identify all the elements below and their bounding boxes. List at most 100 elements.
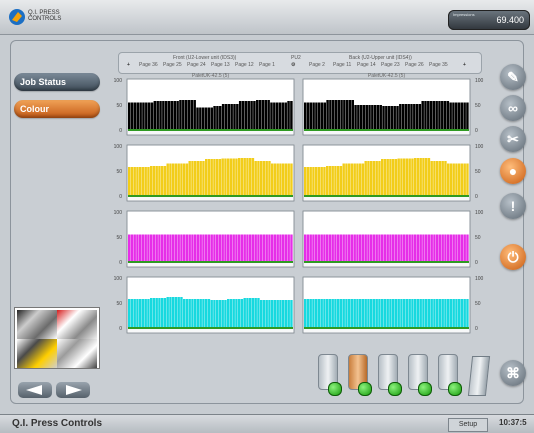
bar-57 bbox=[458, 299, 461, 328]
bar-15 bbox=[342, 234, 345, 262]
bar-29 bbox=[381, 299, 384, 328]
bar-26 bbox=[372, 299, 376, 328]
bar-15 bbox=[342, 163, 345, 196]
warning-icon[interactable]: ! bbox=[500, 193, 526, 219]
bar-33 bbox=[216, 300, 219, 328]
bar-53 bbox=[447, 163, 450, 196]
bar-38 bbox=[407, 104, 410, 130]
bar-14 bbox=[339, 234, 343, 262]
wrench-icon[interactable]: ✎ bbox=[500, 64, 526, 90]
bar-35 bbox=[224, 104, 228, 130]
bar-39 bbox=[408, 234, 411, 262]
ink-unit-4[interactable] bbox=[406, 354, 432, 396]
bar-10 bbox=[152, 166, 156, 196]
ink-unit-1[interactable] bbox=[316, 354, 342, 396]
bar-52 bbox=[444, 161, 447, 196]
bar-41 bbox=[414, 234, 417, 262]
bar-55 bbox=[281, 102, 285, 130]
bar-41 bbox=[414, 158, 417, 196]
bar-31 bbox=[386, 234, 389, 262]
ink-drop-icon[interactable]: ● bbox=[500, 158, 526, 184]
bar-12 bbox=[159, 101, 162, 130]
bar-21 bbox=[183, 299, 186, 328]
bar-8 bbox=[147, 167, 150, 196]
bar-35 bbox=[221, 300, 224, 328]
bar-31 bbox=[387, 106, 391, 130]
bar-1 bbox=[304, 299, 307, 328]
bar-53 bbox=[449, 102, 452, 130]
bar-38 bbox=[229, 234, 233, 262]
bar-3 bbox=[133, 234, 136, 262]
bar-56 bbox=[279, 163, 282, 196]
bar-41 bbox=[238, 158, 241, 196]
bar-39 bbox=[232, 234, 235, 262]
bar-20 bbox=[180, 297, 183, 328]
bar-49 bbox=[438, 101, 441, 130]
bar-41 bbox=[238, 299, 241, 328]
bar-10 bbox=[328, 166, 332, 196]
tool-icon[interactable]: ✂ bbox=[500, 126, 526, 152]
bar-15 bbox=[167, 101, 171, 130]
chart-title: PaletUK-42.5 (5) bbox=[192, 73, 230, 79]
bar-12 bbox=[334, 234, 337, 262]
bar-13 bbox=[161, 166, 164, 196]
bar-3 bbox=[133, 167, 136, 196]
status-dot-1 bbox=[328, 382, 342, 396]
bar-35 bbox=[397, 234, 400, 262]
bar-26 bbox=[196, 161, 200, 196]
bar-53 bbox=[447, 299, 450, 328]
bar-30 bbox=[207, 234, 211, 262]
ink-unit-5[interactable] bbox=[436, 354, 462, 396]
bar-60 bbox=[290, 234, 293, 262]
bar-22 bbox=[361, 234, 365, 262]
press-icon[interactable]: ⌘ bbox=[500, 360, 526, 386]
bar-28 bbox=[378, 161, 381, 196]
bar-10 bbox=[328, 234, 332, 262]
ink-unit-3[interactable] bbox=[376, 354, 402, 396]
link-icon[interactable]: ∞ bbox=[500, 95, 526, 121]
bar-34 bbox=[394, 234, 398, 262]
bar-24 bbox=[368, 105, 371, 130]
bar-18 bbox=[174, 163, 178, 196]
bar-38 bbox=[405, 299, 409, 328]
tick-label: 100 bbox=[114, 210, 123, 216]
bar-40 bbox=[235, 299, 238, 328]
setup-button[interactable]: Setup bbox=[448, 418, 488, 432]
bar-32 bbox=[213, 234, 216, 262]
tick-label: 100 bbox=[114, 78, 123, 84]
bar-27 bbox=[375, 161, 378, 196]
bar-52 bbox=[268, 161, 271, 196]
bar-55 bbox=[452, 163, 455, 196]
bar-48 bbox=[433, 234, 436, 262]
bar-35 bbox=[397, 299, 400, 328]
bar-45 bbox=[425, 158, 428, 196]
bar-24 bbox=[193, 100, 196, 130]
chart-panel-2: 0 50 100 PaletUK-42.5 (5) bbox=[302, 73, 484, 136]
bar-42 bbox=[418, 104, 422, 130]
bar-40 bbox=[411, 299, 414, 328]
bar-8 bbox=[147, 299, 150, 328]
bar-14 bbox=[339, 166, 343, 196]
tick-label: 0 bbox=[119, 128, 122, 134]
bar-54 bbox=[278, 102, 282, 130]
power-icon[interactable]: ⏻ bbox=[500, 244, 526, 270]
bar-53 bbox=[275, 102, 279, 130]
bar-28 bbox=[202, 161, 205, 196]
chart-panel-1: 0 50 100 PaletUK-42.5 (5) bbox=[114, 73, 295, 136]
bar-21 bbox=[359, 105, 363, 130]
bar-16 bbox=[170, 101, 174, 130]
bar-32 bbox=[390, 106, 394, 130]
bar-11 bbox=[331, 299, 334, 328]
tick-label: 50 bbox=[475, 301, 481, 307]
bar-57 bbox=[282, 234, 285, 262]
status-dot-3 bbox=[388, 382, 402, 396]
bar-8 bbox=[323, 102, 327, 130]
bar-23 bbox=[190, 100, 194, 130]
bar-55 bbox=[276, 300, 279, 328]
bar-22 bbox=[185, 163, 189, 196]
bar-44 bbox=[424, 101, 427, 130]
bar-10 bbox=[328, 299, 332, 328]
bar-18 bbox=[176, 101, 179, 130]
ink-unit-2[interactable] bbox=[346, 354, 372, 396]
bar-20 bbox=[357, 105, 360, 130]
